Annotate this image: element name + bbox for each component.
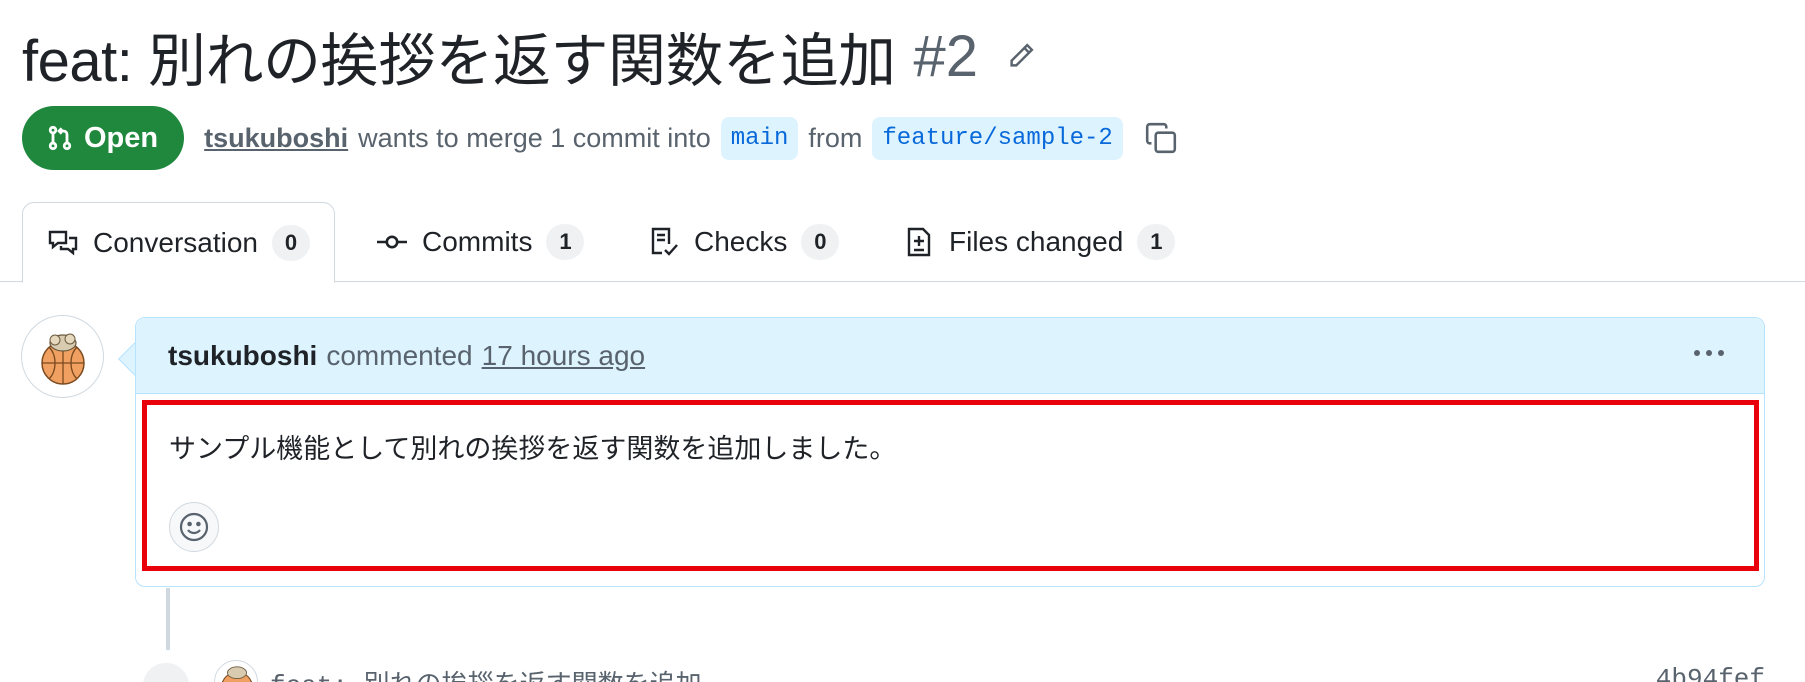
commit-row: feat: 別れの挨拶を返す関数を追加 4b94fef [0, 650, 1805, 682]
pull-request-page: feat: 別れの挨拶を返す関数を追加 #2 Open tsukuboshi w… [0, 0, 1805, 682]
pr-meta-row: Open tsukuboshi wants to merge 1 commit … [22, 106, 1181, 170]
basketball-avatar-icon [40, 333, 85, 385]
comment-options-button[interactable] [1694, 340, 1724, 366]
pr-from-text: from [808, 122, 863, 153]
comment-discussion-icon [48, 230, 78, 255]
git-pull-request-icon [48, 125, 72, 151]
checklist-icon [651, 227, 678, 256]
tab-counter: 1 [546, 224, 585, 260]
avatar[interactable] [21, 315, 104, 398]
copy-icon [1145, 122, 1176, 154]
comment-timestamp[interactable]: 17 hours ago [482, 340, 645, 372]
pr-number: #2 [913, 23, 978, 89]
timeline-line [166, 588, 170, 650]
pr-title: feat: 別れの挨拶を返す関数を追加 [22, 29, 896, 94]
tab-label: Checks [694, 226, 788, 257]
base-branch[interactable]: main [720, 116, 799, 160]
head-branch[interactable]: feature/sample-2 [872, 116, 1123, 160]
git-commit-icon [154, 677, 178, 682]
tab-conversation[interactable]: Conversation 0 [22, 202, 335, 283]
tab-label: Commits [422, 226, 533, 257]
basketball-avatar-icon [221, 666, 253, 682]
pr-author-link[interactable]: tsukuboshi [204, 123, 348, 154]
pr-tabs: Conversation 0 Commits 1 Checks 0 Files … [0, 202, 1805, 283]
kebab-dot [1694, 350, 1700, 356]
tab-label: Files changed [949, 226, 1124, 257]
tab-commits[interactable]: Commits 1 [376, 202, 585, 282]
commit-message[interactable]: feat: 別れの挨拶を返す関数を追加 [270, 664, 702, 682]
kebab-dot [1718, 350, 1724, 356]
git-commit-icon [377, 235, 407, 249]
tab-counter: 1 [1137, 224, 1176, 260]
kebab-dot [1706, 350, 1712, 356]
avatar[interactable] [214, 660, 258, 682]
pr-merge-text: wants to merge 1 commit into [358, 122, 711, 153]
copy-branch-button[interactable] [1141, 118, 1181, 158]
highlight-box [142, 400, 1759, 571]
pr-title-row: feat: 別れの挨拶を返す関数を追加 #2 [22, 14, 1038, 98]
pr-state-badge: Open [22, 106, 185, 170]
commit-badge [140, 660, 192, 682]
tab-counter: 0 [271, 224, 310, 261]
comment-header: tsukuboshi commented 17 hours ago [136, 318, 1764, 394]
tab-counter: 0 [801, 224, 840, 260]
comment-author[interactable]: tsukuboshi [168, 340, 317, 372]
pencil-icon [1010, 43, 1034, 67]
tab-label: Conversation [93, 226, 258, 258]
pr-state-label: Open [84, 121, 159, 154]
file-diff-icon [907, 227, 931, 257]
edit-title-button[interactable] [1004, 39, 1038, 73]
tab-files-changed[interactable]: Files changed 1 [903, 202, 1176, 282]
tab-checks[interactable]: Checks 0 [648, 202, 840, 282]
commit-sha[interactable]: 4b94fef [1656, 664, 1765, 682]
comment-verb: commented [326, 339, 473, 371]
